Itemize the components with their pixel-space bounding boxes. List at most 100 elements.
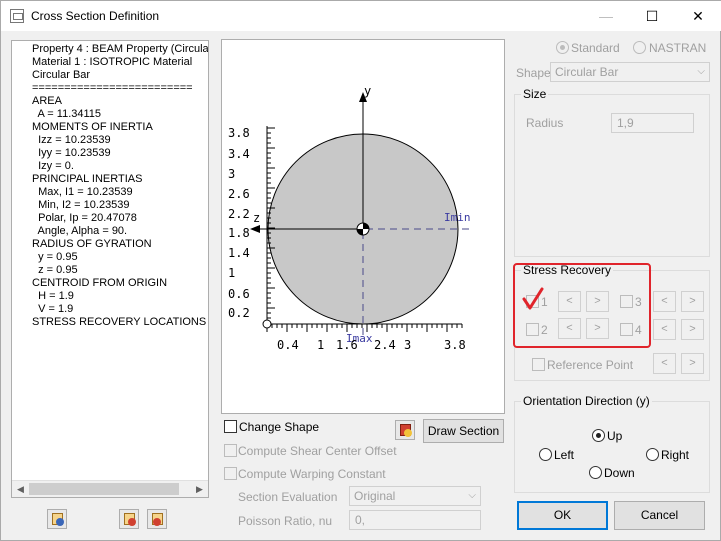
x-tick-label: 2.4 xyxy=(374,338,396,352)
stress-point-1-next-button[interactable]: > xyxy=(586,291,609,312)
properties-text: Property 4 : BEAM Property (Circula Mater… xyxy=(32,43,209,329)
size-group-title: Size xyxy=(521,87,549,101)
compute-shear-label: Compute Shear Center Offset xyxy=(238,444,397,458)
nastran-radio[interactable] xyxy=(633,41,646,54)
properties-line: CENTROID FROM ORIGIN xyxy=(32,277,168,289)
orientation-up-label: Up xyxy=(607,429,623,443)
orientation-down-radio[interactable] xyxy=(589,466,602,479)
title-bar: Cross Section Definition — ☐ ✕ xyxy=(1,1,721,31)
origin-marker xyxy=(262,319,272,329)
properties-line: Circular Bar xyxy=(32,69,91,81)
properties-line: z = 0.95 xyxy=(32,264,78,276)
chevron-down-icon: ⌵ xyxy=(468,490,476,501)
load-properties-button[interactable] xyxy=(147,509,167,529)
radius-label: Radius xyxy=(526,116,564,130)
x-tick-label: 3.8 xyxy=(444,338,466,352)
properties-line: Polar, Ip = 20.47078 xyxy=(32,212,137,224)
properties-line: Min, I2 = 10.23539 xyxy=(32,199,130,211)
shape-select[interactable]: Circular Bar ⌵ xyxy=(550,62,710,82)
properties-line: Max, I1 = 10.23539 xyxy=(32,186,133,198)
cancel-button[interactable]: Cancel xyxy=(614,501,705,530)
properties-line: AREA xyxy=(32,95,62,107)
cross-section-dialog: Cross Section Definition — ☐ ✕ Property … xyxy=(0,0,721,541)
orientation-left-label: Left xyxy=(554,448,575,462)
change-shape-label: Change Shape xyxy=(239,420,320,434)
orientation-right-label: Right xyxy=(661,448,690,462)
stress-point-1-prev-button[interactable]: < xyxy=(558,291,581,312)
poisson-ratio-input[interactable]: 0, xyxy=(349,510,481,530)
stress-point-3-next-button[interactable]: > xyxy=(681,291,704,312)
properties-line: PRINCIPAL INERTIAS xyxy=(32,173,143,185)
maximize-button[interactable]: ☐ xyxy=(629,1,675,31)
horizontal-scrollbar[interactable]: ◀ ▶ xyxy=(12,480,208,497)
properties-line: V = 1.9 xyxy=(32,303,74,315)
stress-point-4-checkbox[interactable] xyxy=(620,323,633,336)
radius-input[interactable]: 1,9 xyxy=(611,113,694,133)
y-tick-label: 3.8 xyxy=(228,126,250,140)
section-evaluation-select[interactable]: Original ⌵ xyxy=(349,486,481,506)
y-tick-label: 1.4 xyxy=(228,246,250,260)
copy-properties-button[interactable] xyxy=(47,509,67,529)
properties-line: Property 4 : BEAM Property (Circula xyxy=(32,43,209,55)
y-tick-label: 1.8 xyxy=(228,226,250,240)
draw-section-button[interactable]: Draw Section xyxy=(423,419,504,443)
orientation-right-radio[interactable] xyxy=(646,448,659,461)
standard-radio[interactable] xyxy=(556,41,569,54)
x-tick-label: 0.4 xyxy=(277,338,299,352)
minimize-button[interactable]: — xyxy=(583,1,629,31)
horizontal-ruler-ticks xyxy=(266,324,463,332)
orientation-left-radio[interactable] xyxy=(539,448,552,461)
ok-button[interactable]: OK xyxy=(517,501,608,530)
reference-point-prev-button[interactable]: < xyxy=(653,353,676,374)
stress-point-2-next-button[interactable]: > xyxy=(586,318,609,339)
stress-point-4-label: 4 xyxy=(635,323,642,337)
stress-point-3-checkbox[interactable] xyxy=(620,295,633,308)
stress-point-3-prev-button[interactable]: < xyxy=(653,291,676,312)
help-button[interactable] xyxy=(395,420,415,440)
section-drawing: y z Imin Imax 3.83.432.62.21.81.410.60.2… xyxy=(228,84,472,352)
compute-shear-checkbox[interactable] xyxy=(224,444,237,457)
properties-line: y = 0.95 xyxy=(32,251,78,263)
z-axis-label: z xyxy=(253,211,260,225)
properties-line: Izz = 10.23539 xyxy=(32,134,111,146)
section-properties-list[interactable]: Property 4 : BEAM Property (Circula Mater… xyxy=(11,40,209,498)
close-button[interactable]: ✕ xyxy=(675,1,721,31)
stress-point-3-label: 3 xyxy=(635,295,642,309)
vertical-ruler-labels: 3.8 3.4 3 2.6 2.2 1.8 1.4 1 0.6 0.2 xyxy=(228,126,250,320)
reference-point-checkbox[interactable] xyxy=(532,358,545,371)
x-tick-label: 1.6 xyxy=(336,338,358,352)
y-tick-label: 3.4 xyxy=(228,147,250,161)
properties-line: A = 11.34115 xyxy=(32,108,102,120)
save-properties-button[interactable] xyxy=(119,509,139,529)
reference-point-label: Reference Point xyxy=(547,358,634,372)
red-check-mark-icon xyxy=(522,287,544,310)
window-title: Cross Section Definition xyxy=(31,9,160,23)
properties-line: ========================= xyxy=(32,82,193,94)
stress-point-2-checkbox[interactable] xyxy=(526,323,539,336)
z-axis-arrow-icon xyxy=(250,225,260,233)
scroll-right-icon[interactable]: ▶ xyxy=(191,481,208,497)
y-tick-label: 2.6 xyxy=(228,187,250,201)
x-tick-label: 3 xyxy=(404,338,411,352)
properties-line: Angle, Alpha = 90. xyxy=(32,225,128,237)
window-icon xyxy=(10,9,24,23)
x-tick-label: 1 xyxy=(317,338,324,352)
y-tick-label: 0.2 xyxy=(228,306,250,320)
imin-label: Imin xyxy=(444,211,471,224)
scroll-left-icon[interactable]: ◀ xyxy=(12,481,29,497)
orientation-title: Orientation Direction (y) xyxy=(521,394,652,408)
stress-point-2-prev-button[interactable]: < xyxy=(558,318,581,339)
compute-warping-checkbox[interactable] xyxy=(224,467,237,480)
properties-line: MOMENTS OF INERTIA xyxy=(32,121,153,133)
stress-point-4-prev-button[interactable]: < xyxy=(653,319,676,340)
stress-point-4-next-button[interactable]: > xyxy=(681,319,704,340)
reference-point-next-button[interactable]: > xyxy=(681,353,704,374)
y-tick-label: 2.2 xyxy=(228,207,250,221)
section-drawing-area: y z Imin Imax 3.8 3.4 3 2.6 2.2 1.8 1.4 1 0.6 0.2… xyxy=(221,39,505,414)
change-shape-checkbox[interactable] xyxy=(224,420,237,433)
orientation-up-radio[interactable] xyxy=(592,429,605,442)
properties-line: RADIUS OF GYRATION xyxy=(32,238,152,250)
properties-line: Izy = 0. xyxy=(32,160,74,172)
chevron-down-icon: ⌵ xyxy=(697,66,705,77)
scroll-thumb[interactable] xyxy=(29,483,179,495)
